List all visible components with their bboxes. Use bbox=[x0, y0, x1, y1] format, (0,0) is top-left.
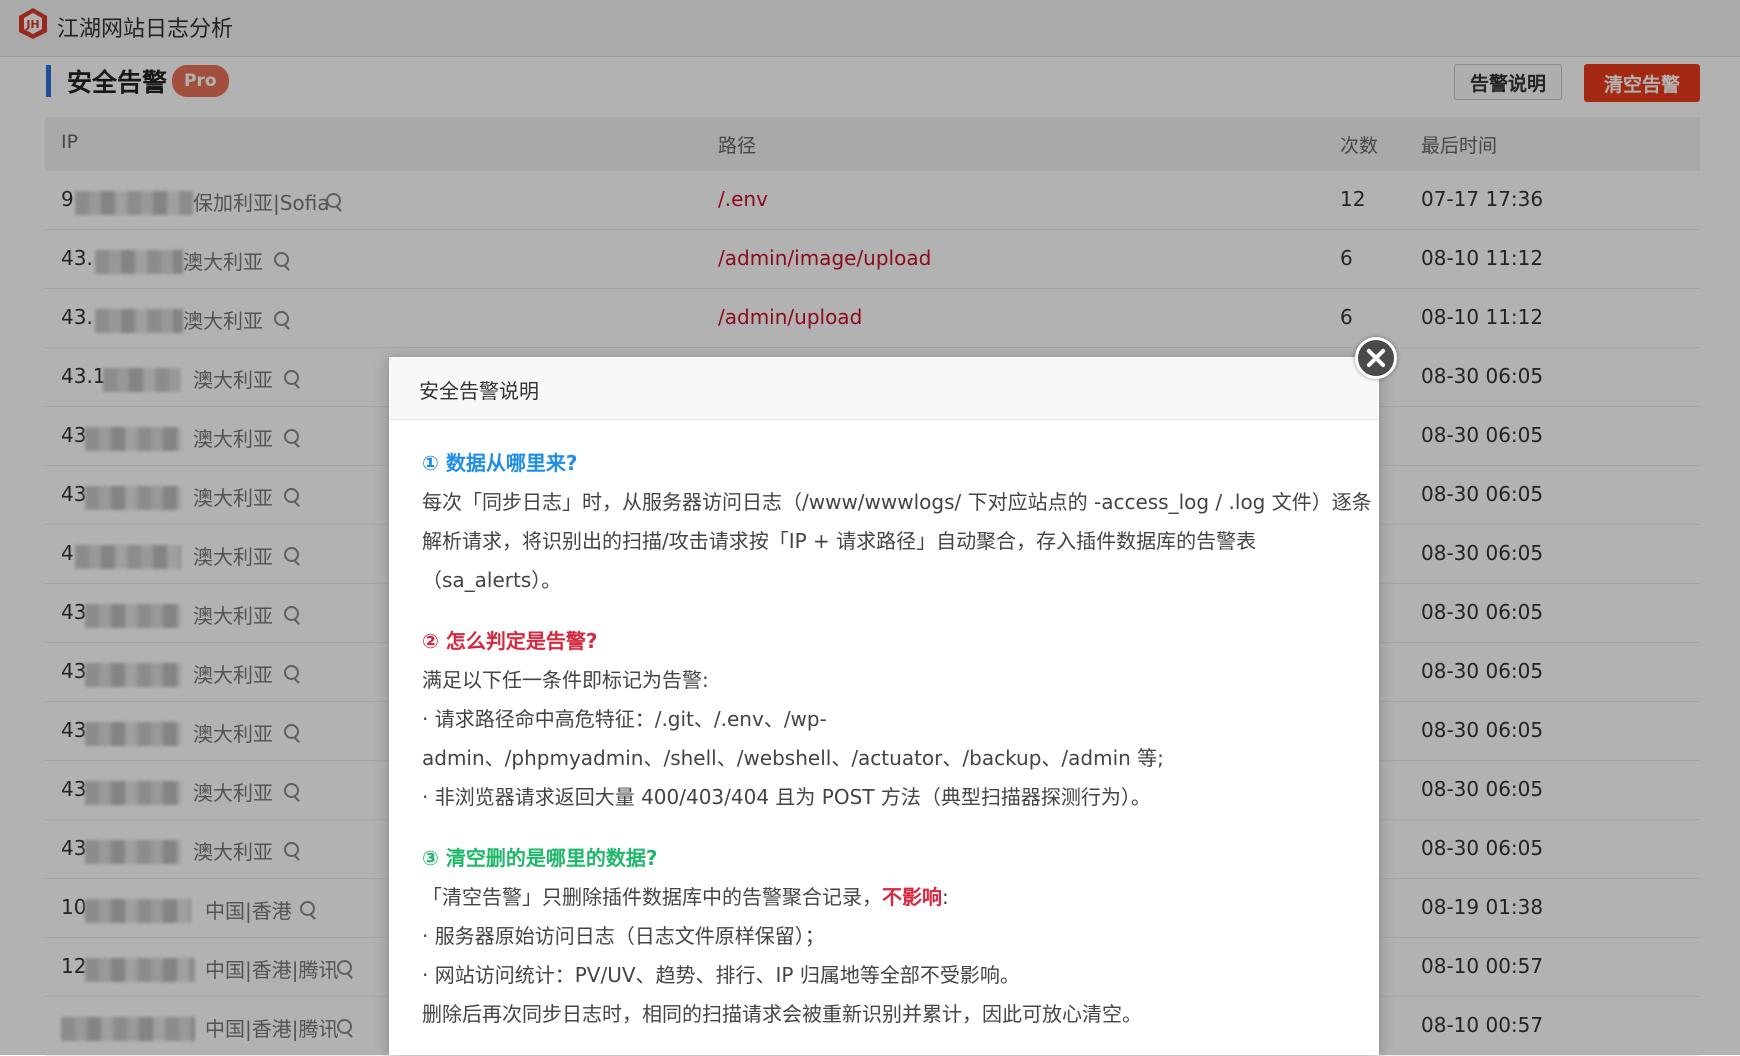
q3-text-line: · 服务器原始访问日志（日志文件原样保留）； bbox=[422, 924, 825, 948]
q1-text-line: （sa_alerts）。 bbox=[422, 568, 562, 592]
q2-text-line: admin、/phpmyadmin、/shell、/webshell、/actu… bbox=[422, 746, 1164, 770]
alert-explain-dialog: 安全告警说明 ① 数据从哪里来? 每次「同步日志」时，从服务器访问日志（/www… bbox=[389, 337, 1397, 1055]
q2-text-line: 满足以下任一条件即标记为告警: bbox=[422, 668, 709, 692]
close-icon[interactable] bbox=[1355, 337, 1397, 379]
q3-text-line: · 网站访问统计：PV/UV、趋势、排行、IP 归属地等全部不受影响。 bbox=[422, 963, 1020, 987]
q3-text-line: 删除后再次同步日志时，相同的扫描请求会被重新识别并累计，因此可放心清空。 bbox=[422, 1002, 1142, 1026]
q1-text-line: 每次「同步日志」时，从服务器访问日志（/www/wwwlogs/ 下对应站点的 … bbox=[422, 490, 1372, 514]
q1-heading: ① 数据从哪里来? bbox=[422, 451, 578, 475]
q3-emphasis: 不影响 bbox=[882, 885, 942, 909]
dialog-title: 安全告警说明 bbox=[419, 379, 539, 403]
dialog-header: 安全告警说明 bbox=[389, 357, 1379, 420]
q2-text-line: · 请求路径命中高危特征：/.git、/.env、/wp- bbox=[422, 707, 827, 731]
q3-colon: : bbox=[942, 885, 949, 909]
q3-heading: ③ 清空删的是哪里的数据? bbox=[422, 846, 658, 870]
q1-text-line: 解析请求，将识别出的扫描/攻击请求按「IP + 请求路径」自动聚合，存入插件数据… bbox=[422, 529, 1257, 553]
q2-heading: ② 怎么判定是告警? bbox=[422, 629, 598, 653]
q3-intro-line: 「清空告警」只删除插件数据库中的告警聚合记录，不影响: bbox=[422, 881, 949, 910]
q3-intro-text: 「清空告警」只删除插件数据库中的告警聚合记录， bbox=[422, 885, 882, 909]
q2-text-line: · 非浏览器请求返回大量 400/403/404 且为 POST 方法（典型扫描… bbox=[422, 785, 1151, 809]
